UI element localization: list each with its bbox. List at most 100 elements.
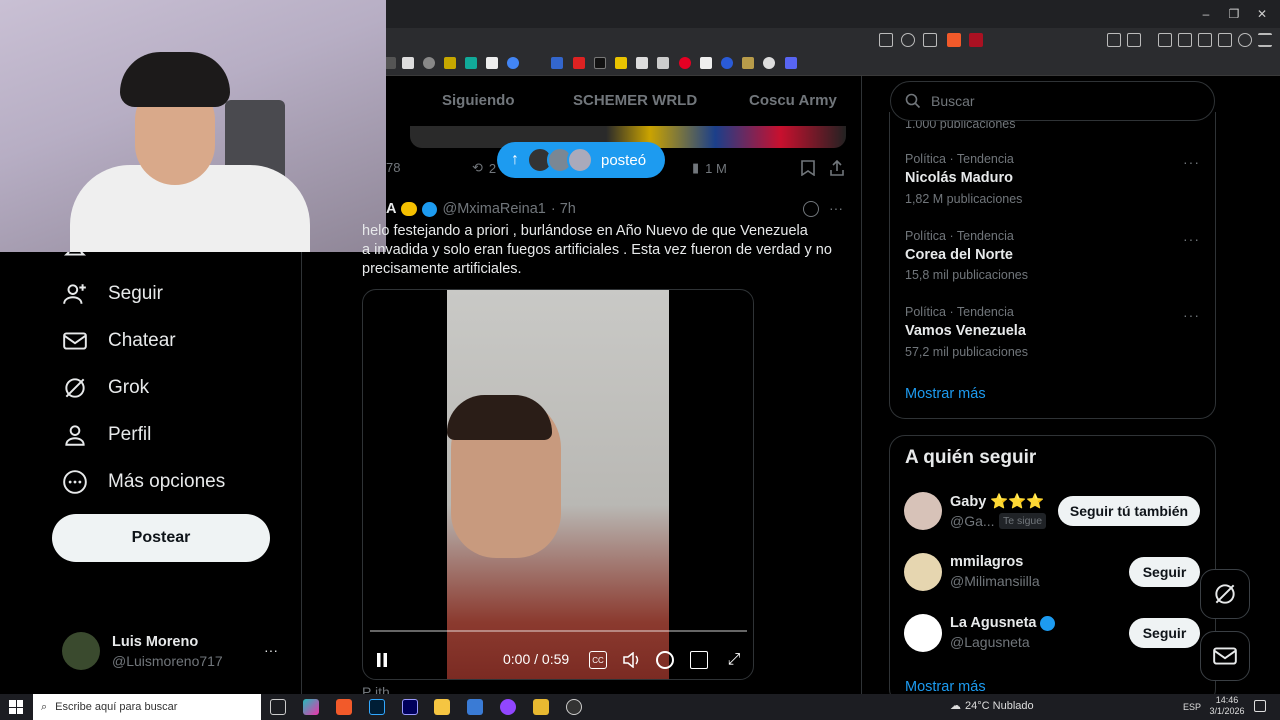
bookmark-icon[interactable] [507, 57, 519, 69]
bookmark-icon[interactable] [573, 57, 585, 69]
reply-count[interactable]: 78 [386, 160, 400, 175]
trend-more-icon[interactable]: ··· [1183, 154, 1200, 170]
file-explorer-icon[interactable] [434, 699, 450, 715]
volume-button[interactable] [623, 651, 641, 669]
new-posts-pill[interactable]: ↑ posteó [497, 142, 665, 178]
bookmark-icon[interactable] [700, 57, 712, 69]
nav-more-options[interactable]: Más opciones [62, 467, 225, 497]
media-icon[interactable] [1158, 33, 1172, 47]
store-icon[interactable] [467, 699, 483, 715]
brave-app-icon[interactable] [336, 699, 352, 715]
repost-count[interactable]: ⟲ 2 [472, 160, 496, 176]
menu-icon[interactable] [1258, 33, 1272, 47]
zoom-icon[interactable] [901, 33, 915, 47]
pause-button[interactable] [373, 651, 391, 669]
bookmark-icon[interactable] [594, 57, 606, 69]
follow-name[interactable]: Gaby ⭐⭐⭐ [950, 493, 1044, 510]
bookmark-icon[interactable] [551, 57, 563, 69]
bookmark-icon[interactable] [657, 57, 669, 69]
trend-name[interactable]: Nicolás Maduro [905, 170, 1013, 186]
bookmark-icon[interactable] [465, 57, 477, 69]
close-window-button[interactable]: ✕ [1254, 6, 1270, 22]
wallet-icon[interactable] [1198, 33, 1212, 47]
follow-back-button[interactable]: Seguir tú también [1058, 496, 1200, 526]
photoshop-icon[interactable] [369, 699, 385, 715]
trend-name[interactable]: Corea del Norte [905, 247, 1013, 263]
obs-icon[interactable] [566, 699, 582, 715]
premiere-icon[interactable] [402, 699, 418, 715]
show-more-follow-link[interactable]: Mostrar más [905, 679, 986, 695]
bookmark-icon[interactable] [423, 57, 435, 69]
clock[interactable]: 14:46 3/1/2026 [1204, 695, 1250, 717]
verified-badge-icon [422, 201, 438, 217]
brave-rewards-icon[interactable] [969, 33, 983, 47]
settings-button[interactable] [656, 651, 674, 669]
language-indicator[interactable]: ESP [1183, 702, 1201, 712]
bookmark-icon[interactable] [615, 57, 627, 69]
cast-icon[interactable] [879, 33, 893, 47]
leo-icon[interactable] [1218, 33, 1232, 47]
tab-coscu-army[interactable]: Coscu Army [749, 92, 837, 109]
bookmark-icon[interactable] [785, 57, 797, 69]
tab-following[interactable]: Siguiendo [442, 92, 515, 109]
maximize-button[interactable]: ❐ [1226, 6, 1242, 22]
bookmark-icon[interactable] [721, 57, 733, 69]
trend-name[interactable]: Vamos Venezuela [905, 323, 1026, 339]
sidebar-icon[interactable] [1178, 33, 1192, 47]
view-count[interactable]: ▮ 1 M [692, 160, 727, 176]
author-handle[interactable]: @MximaReina1 [442, 201, 545, 217]
nav-chat[interactable]: Chatear [62, 326, 176, 356]
video-player[interactable] [362, 289, 754, 680]
avatar[interactable] [904, 614, 942, 652]
post-button[interactable]: Postear [52, 514, 270, 562]
screenshot-icon[interactable] [1127, 33, 1141, 47]
account-switcher[interactable]: Luis Moreno @Luismoreno717 ··· [52, 628, 302, 674]
bookmark-button[interactable] [801, 160, 815, 176]
trend-more-icon[interactable]: ··· [1183, 231, 1200, 247]
messages-fab-button[interactable] [1200, 631, 1250, 681]
fullscreen-button[interactable]: ⤢ [725, 651, 743, 669]
author-name[interactable]: A [386, 201, 396, 217]
bookmark-icon[interactable] [679, 57, 691, 69]
share-button[interactable] [830, 160, 844, 176]
trend-more-icon[interactable]: ··· [1183, 307, 1200, 323]
nav-follow[interactable]: Seguir [62, 279, 163, 309]
weather-widget[interactable]: ☁ 24°C Nublado [950, 699, 1034, 713]
app-icon[interactable] [500, 699, 516, 715]
share-icon[interactable] [923, 33, 937, 47]
follow-button[interactable]: Seguir [1129, 557, 1200, 587]
copilot-icon[interactable] [303, 699, 319, 715]
bookmark-icon[interactable] [444, 57, 456, 69]
bookmark-icon[interactable] [763, 57, 775, 69]
account-more-icon[interactable]: ··· [264, 642, 278, 658]
start-button[interactable] [9, 700, 23, 714]
captions-button[interactable]: CC [589, 651, 607, 669]
taskbar-search-input[interactable]: ⌕ Escribe aquí para buscar [33, 694, 261, 720]
show-more-trends-link[interactable]: Mostrar más [905, 386, 986, 402]
bookmark-icon[interactable] [402, 57, 414, 69]
bookmark-icon[interactable] [486, 57, 498, 69]
brave-shield-icon[interactable] [947, 33, 961, 47]
tab-schemer-wrld[interactable]: SCHEMER WRLD [573, 92, 697, 109]
follow-name[interactable]: La Agusneta [950, 615, 1056, 631]
video-progress-track[interactable] [370, 630, 747, 632]
follow-button[interactable]: Seguir [1129, 618, 1200, 648]
grok-fab-button[interactable] [1200, 569, 1250, 619]
nav-grok[interactable]: Grok [62, 373, 149, 403]
vpn-icon[interactable] [1238, 33, 1252, 47]
bookmark-icon[interactable] [636, 57, 648, 69]
pip-button[interactable] [690, 651, 708, 669]
minimize-button[interactable]: – [1198, 6, 1214, 22]
tweet-time[interactable]: · 7h [551, 201, 576, 217]
avatar[interactable] [904, 492, 942, 530]
app-icon[interactable] [533, 699, 549, 715]
notifications-icon[interactable] [1254, 700, 1266, 712]
extensions-icon[interactable] [1107, 33, 1121, 47]
follow-name[interactable]: mmilagros [950, 554, 1023, 570]
tweet-more-icon[interactable]: ··· [829, 200, 843, 216]
nav-profile[interactable]: Perfil [62, 420, 151, 450]
avatar[interactable] [904, 553, 942, 591]
task-view-icon[interactable] [270, 699, 286, 715]
grok-icon[interactable] [803, 201, 819, 217]
bookmark-icon[interactable] [742, 57, 754, 69]
